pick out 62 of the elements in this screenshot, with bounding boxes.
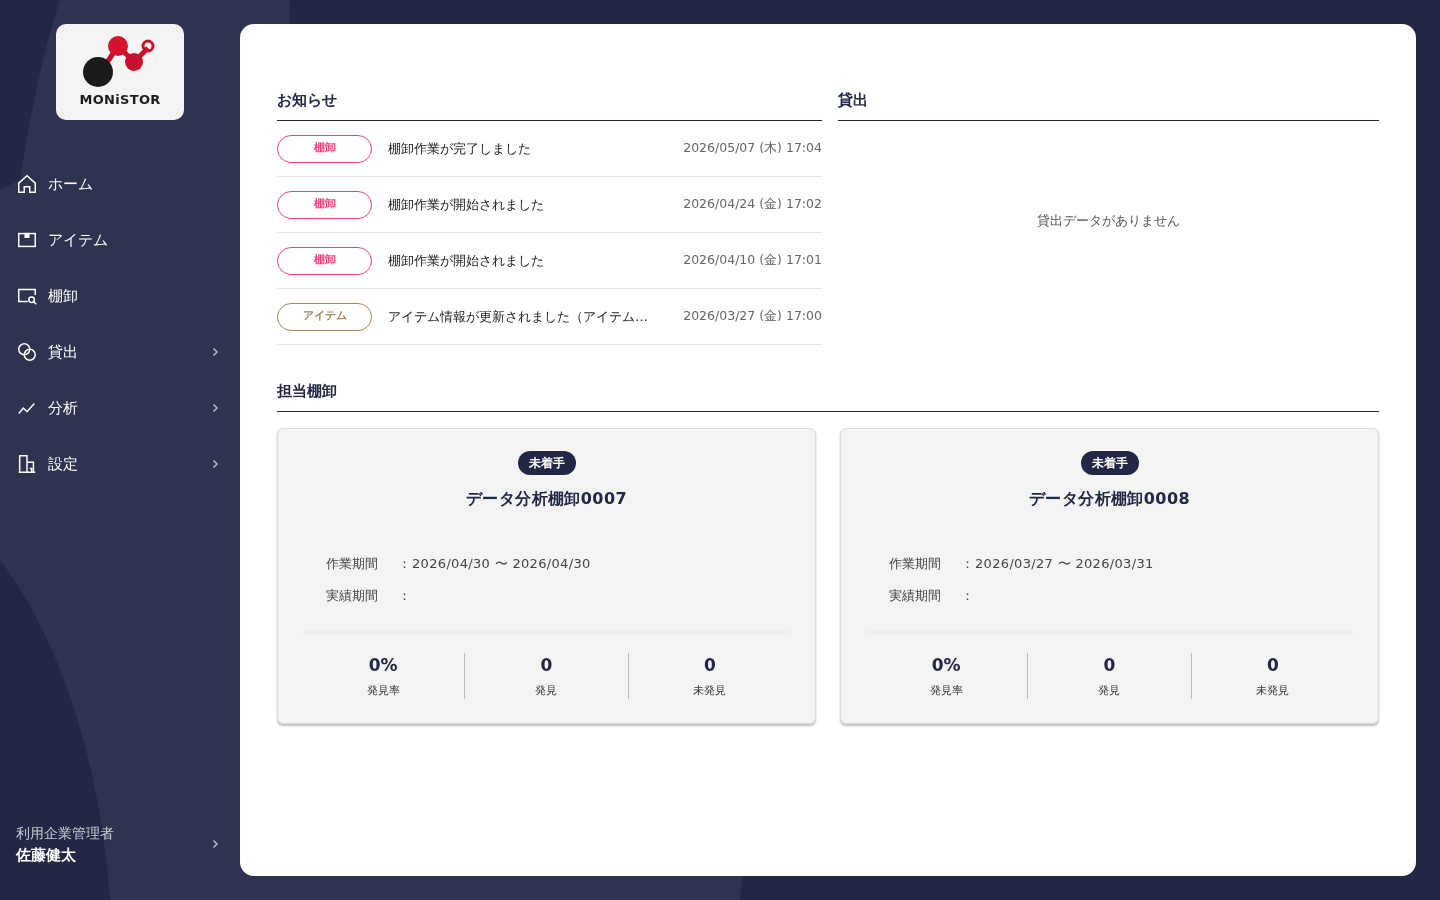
stat-value: 0% — [368, 654, 398, 677]
user-menu-button[interactable] — [210, 839, 220, 850]
chevron-right-icon — [210, 459, 220, 469]
section-title: お知らせ — [277, 91, 337, 109]
field-separator: ： — [961, 555, 975, 574]
notice-text: 棚卸作業が開始されました — [388, 251, 545, 270]
nav-item[interactable]: 分析 — [0, 380, 240, 436]
stat-value: 0 — [1103, 654, 1116, 677]
stat-label: 発見率 — [929, 682, 963, 699]
home-icon — [16, 173, 38, 195]
section-title: 貸出 — [838, 91, 868, 109]
stat-label: 発見 — [535, 682, 558, 699]
notice-text: アイテム情報が更新されました（アイテム… — [388, 307, 649, 326]
empty-message: 貸出データがありません — [1037, 212, 1180, 231]
logo[interactable]: MONiSTOR — [56, 24, 184, 120]
field-label: 作業期間 — [889, 555, 942, 574]
notice-row[interactable]: 棚卸 棚卸作業が完了しました 2026/05/07 (木) 17:04 — [277, 121, 822, 177]
building-icon — [16, 453, 38, 475]
field-label: 作業期間 — [326, 555, 379, 574]
notice-date: 2026/03/27 (金) 17:00 — [683, 307, 822, 326]
stat-label: 未発見 — [693, 682, 727, 699]
stat-label: 発見率 — [366, 682, 400, 699]
card-title: データ分析棚卸0007 — [466, 488, 627, 510]
nav-item[interactable]: 設定 — [0, 436, 240, 492]
notice-text: 棚卸作業が開始されました — [388, 195, 545, 214]
inventory-card[interactable]: 未着手 データ分析棚卸0008 作業期間 ：2026/03/27 〜 2026/03/31 実績期間 ： 0% 発見率 0 発見 0 未発見 — [840, 428, 1379, 724]
stat-label: 未発見 — [1256, 682, 1290, 699]
logo-text: MONiSTOR — [79, 91, 161, 110]
stat-label: 発見 — [1098, 682, 1121, 699]
nav-item[interactable]: ホーム — [0, 156, 240, 212]
section-title: 担当棚卸 — [277, 382, 337, 400]
nav-item[interactable]: 棚卸 — [0, 268, 240, 324]
notice-date: 2026/04/10 (金) 17:01 — [683, 251, 822, 270]
notice-row[interactable]: 棚卸 棚卸作業が開始されました 2026/04/10 (金) 17:01 — [277, 233, 822, 289]
user-role: 利用企業管理者 — [16, 823, 115, 843]
notice-text: 棚卸作業が完了しました — [388, 139, 532, 158]
notice-row[interactable]: アイテム アイテム情報が更新されました（アイテム… 2026/03/27 (金) 17:00 — [277, 289, 822, 345]
notice-date: 2026/05/07 (木) 17:04 — [683, 139, 822, 158]
field-separator: ： — [961, 587, 975, 606]
stat-value: 0 — [540, 654, 553, 677]
card-title: データ分析棚卸0008 — [1029, 488, 1190, 510]
nav-item[interactable]: アイテム — [0, 212, 240, 268]
field-value: 2026/03/27 〜 2026/03/31 — [975, 555, 1154, 574]
stat-value: 0% — [931, 654, 961, 677]
status-badge: 未着手 — [517, 451, 576, 475]
notice-row[interactable]: 棚卸 棚卸作業が開始されました 2026/04/24 (金) 17:02 — [277, 177, 822, 233]
notice-date: 2026/04/24 (金) 17:02 — [683, 195, 822, 214]
inventory-card[interactable]: 未着手 データ分析棚卸0007 作業期間 ：2026/04/30 〜 2026/04/30 実績期間 ： 0% 発見率 0 発見 0 未発見 — [277, 428, 816, 724]
nav-item[interactable]: 貸出 — [0, 324, 240, 380]
chevron-right-icon — [210, 839, 220, 850]
stat-value: 0 — [703, 654, 716, 677]
field-separator: ： — [398, 587, 412, 606]
field-separator: ： — [398, 555, 412, 574]
circles-icon — [16, 341, 38, 363]
chevron-right-icon — [210, 403, 220, 413]
field-label: 実績期間 — [326, 587, 379, 606]
field-label: 実績期間 — [889, 587, 942, 606]
user-name: 佐藤健太 — [16, 844, 77, 866]
status-badge: 未着手 — [1080, 451, 1139, 475]
field-value: 2026/04/30 〜 2026/04/30 — [412, 555, 591, 574]
chevron-right-icon — [210, 347, 220, 357]
stat-value: 0 — [1266, 654, 1279, 677]
